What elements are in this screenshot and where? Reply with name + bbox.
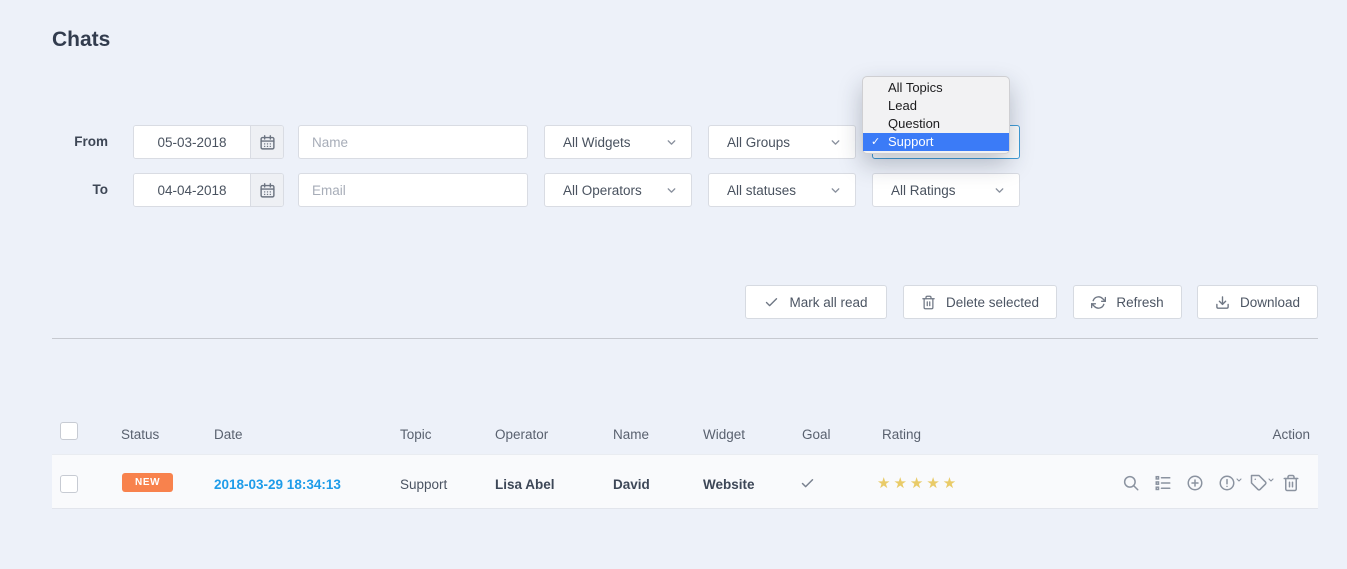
chevron-down-icon <box>665 136 678 149</box>
from-calendar-button[interactable] <box>250 126 283 158</box>
calendar-icon <box>259 134 276 151</box>
refresh-icon <box>1091 295 1106 310</box>
operators-select[interactable]: All Operators <box>544 173 692 207</box>
alert-circle-icon[interactable] <box>1218 474 1236 492</box>
cell-topic: Support <box>400 477 447 492</box>
to-date-group <box>133 173 284 207</box>
header-rating: Rating <box>882 427 921 442</box>
page-title: Chats <box>52 28 110 52</box>
download-label: Download <box>1240 295 1300 310</box>
cell-name: David <box>613 477 650 492</box>
check-icon: ✓ <box>871 133 880 151</box>
chevron-down-icon <box>829 136 842 149</box>
cell-widget: Website <box>703 477 755 492</box>
topics-dropdown-menu: All Topics Lead Question ✓ Support <box>862 76 1010 154</box>
header-date: Date <box>214 427 243 442</box>
trash-icon <box>921 295 936 310</box>
menu-item-question[interactable]: Question <box>863 115 1009 133</box>
row-checkbox[interactable] <box>60 475 78 493</box>
chevron-down-icon <box>829 184 842 197</box>
header-action: Action <box>1272 427 1310 442</box>
widgets-select-value: All Widgets <box>563 135 631 150</box>
plus-circle-icon[interactable] <box>1186 474 1204 492</box>
operators-select-value: All Operators <box>563 183 642 198</box>
ratings-select-value: All Ratings <box>891 183 956 198</box>
chevron-down-icon <box>1235 471 1243 489</box>
statuses-select-value: All statuses <box>727 183 796 198</box>
to-calendar-button[interactable] <box>250 174 283 206</box>
chats-page: Chats From All Widgets All Groups Suppor… <box>0 0 1347 569</box>
menu-item-all-topics[interactable]: All Topics <box>863 79 1009 97</box>
download-button[interactable]: Download <box>1197 285 1318 319</box>
goal-check-icon <box>800 476 815 496</box>
chevron-down-icon <box>1267 471 1275 489</box>
menu-item-support-label: Support <box>888 134 934 149</box>
groups-select-value: All Groups <box>727 135 790 150</box>
header-goal: Goal <box>802 427 831 442</box>
header-widget: Widget <box>703 427 745 442</box>
chevron-down-icon <box>993 184 1006 197</box>
mark-all-read-button[interactable]: Mark all read <box>745 285 887 319</box>
rating-stars: ★★★★★ <box>877 474 959 492</box>
menu-item-support[interactable]: ✓ Support <box>863 133 1009 151</box>
calendar-icon <box>259 182 276 199</box>
tag-icon[interactable] <box>1250 474 1268 492</box>
select-all-checkbox[interactable] <box>60 422 78 440</box>
ratings-select[interactable]: All Ratings <box>872 173 1020 207</box>
chat-date-link[interactable]: 2018-03-29 18:34:13 <box>214 477 341 492</box>
header-name: Name <box>613 427 649 442</box>
from-date-input[interactable] <box>134 126 250 158</box>
status-badge: NEW <box>122 473 173 492</box>
email-input[interactable] <box>298 173 528 207</box>
to-label: To <box>40 173 108 207</box>
header-status: Status <box>121 427 159 442</box>
widgets-select[interactable]: All Widgets <box>544 125 692 159</box>
refresh-label: Refresh <box>1116 295 1163 310</box>
list-icon[interactable] <box>1154 474 1172 492</box>
divider <box>52 338 1318 339</box>
search-icon[interactable] <box>1122 474 1140 492</box>
check-icon <box>764 295 779 310</box>
trash-icon[interactable] <box>1282 474 1300 492</box>
header-topic: Topic <box>400 427 432 442</box>
row-actions <box>1122 474 1300 492</box>
table-header: Status Date Topic Operator Name Widget G… <box>52 410 1318 454</box>
header-operator: Operator <box>495 427 548 442</box>
menu-item-lead[interactable]: Lead <box>863 97 1009 115</box>
to-date-input[interactable] <box>134 174 250 206</box>
delete-selected-label: Delete selected <box>946 295 1039 310</box>
delete-selected-button[interactable]: Delete selected <box>903 285 1057 319</box>
table-row: NEW 2018-03-29 18:34:13 Support Lisa Abe… <box>52 454 1318 509</box>
from-label: From <box>40 125 108 159</box>
mark-all-read-label: Mark all read <box>789 295 867 310</box>
groups-select[interactable]: All Groups <box>708 125 856 159</box>
name-input[interactable] <box>298 125 528 159</box>
refresh-button[interactable]: Refresh <box>1073 285 1182 319</box>
download-icon <box>1215 295 1230 310</box>
from-date-group <box>133 125 284 159</box>
chevron-down-icon <box>665 184 678 197</box>
statuses-select[interactable]: All statuses <box>708 173 856 207</box>
cell-operator: Lisa Abel <box>495 477 555 492</box>
